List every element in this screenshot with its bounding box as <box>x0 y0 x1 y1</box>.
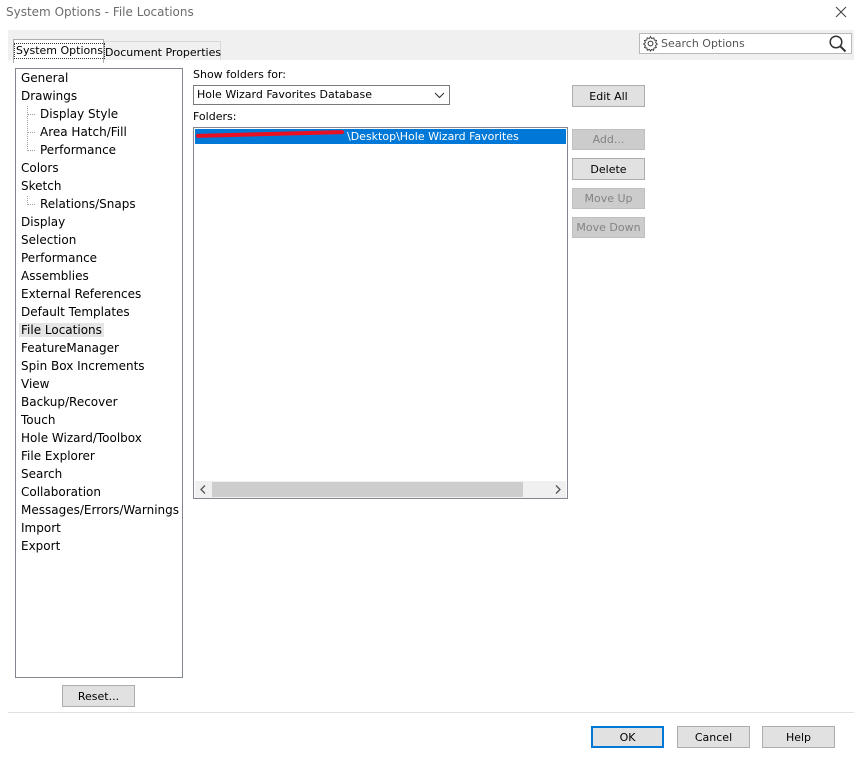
scrollbar-thumb[interactable] <box>212 482 523 497</box>
footer-separator <box>8 712 854 713</box>
tree-item-label: Backup/Recover <box>21 395 118 409</box>
window-title: System Options - File Locations <box>6 5 194 19</box>
tab-label: System Options <box>14 43 105 59</box>
tab-document-properties[interactable]: Document Properties <box>104 41 221 62</box>
tree-item-label: Performance <box>21 251 98 265</box>
tree-item-label: Display <box>21 215 66 229</box>
tree-item-default-templates[interactable]: Default Templates <box>21 303 130 321</box>
redaction-mark <box>195 130 345 138</box>
horizontal-scrollbar[interactable] <box>195 481 566 498</box>
tree-item-label: Export <box>21 539 61 553</box>
gear-icon <box>642 35 659 52</box>
tree-item-spin-box-increments[interactable]: Spin Box Increments <box>21 357 145 375</box>
tree-item-label: Search <box>21 467 63 481</box>
tree-item-area-hatch-fill[interactable]: Area Hatch/Fill <box>40 123 127 141</box>
tree-item-external-references[interactable]: External References <box>21 285 141 303</box>
list-item[interactable]: \Desktop\Hole Wizard Favorites <box>195 129 566 144</box>
options-tree[interactable]: General Drawings Display Style Area Hatc… <box>15 68 183 678</box>
tree-item-colors[interactable]: Colors <box>21 159 59 177</box>
tree-item-messages-errors-warnings[interactable]: Messages/Errors/Warnings <box>21 501 179 519</box>
tree-item-touch[interactable]: Touch <box>21 411 55 429</box>
tree-item-file-locations[interactable]: File Locations <box>19 321 104 339</box>
delete-button[interactable]: Delete <box>572 158 645 180</box>
tree-item-drawings-performance[interactable]: Performance <box>40 141 116 159</box>
tree-item-import[interactable]: Import <box>21 519 61 537</box>
tree-item-view[interactable]: View <box>21 375 49 393</box>
list-item-text: \Desktop\Hole Wizard Favorites <box>347 130 519 143</box>
tree-item-label: Spin Box Increments <box>21 359 145 373</box>
tree-item-label: Display Style <box>40 107 119 121</box>
tree-item-export[interactable]: Export <box>21 537 60 555</box>
tree-item-label: Messages/Errors/Warnings <box>21 503 180 517</box>
search-placeholder: Search Options <box>661 37 745 50</box>
tree-item-label: File Locations <box>19 323 104 337</box>
tree-item-drawings[interactable]: Drawings <box>21 87 77 105</box>
tree-item-display-style[interactable]: Display Style <box>40 105 118 123</box>
tree-item-label: Assemblies <box>21 269 89 283</box>
tree-item-file-explorer[interactable]: File Explorer <box>21 447 95 465</box>
tree-connector <box>27 106 28 151</box>
search-icon[interactable] <box>828 34 848 54</box>
tree-connector <box>28 204 35 205</box>
show-folders-label: Show folders for: <box>193 68 286 81</box>
tree-item-hole-wizard-toolbox[interactable]: Hole Wizard/Toolbox <box>21 429 142 447</box>
tree-item-label: Drawings <box>21 89 78 103</box>
tree-item-label: FeatureManager <box>21 341 119 355</box>
help-button[interactable]: Help <box>762 726 835 748</box>
show-folders-dropdown[interactable]: Hole Wizard Favorites Database <box>193 85 450 105</box>
tree-item-relations-snaps[interactable]: Relations/Snaps <box>40 195 136 213</box>
tree-item-label: Default Templates <box>21 305 130 319</box>
chevron-left-icon[interactable] <box>195 481 212 498</box>
tree-item-label: Performance <box>40 143 117 157</box>
move-down-button[interactable]: Move Down <box>572 217 645 238</box>
tree-item-performance[interactable]: Performance <box>21 249 97 267</box>
chevron-right-icon[interactable] <box>549 481 566 498</box>
tree-item-label: View <box>21 377 50 391</box>
tree-item-display[interactable]: Display <box>21 213 65 231</box>
tree-item-featuremanager[interactable]: FeatureManager <box>21 339 119 357</box>
tree-item-label: File Explorer <box>21 449 95 463</box>
tree-item-label: General <box>21 71 69 85</box>
tree-connector <box>28 114 35 115</box>
tree-item-label: External References <box>21 287 142 301</box>
cancel-button[interactable]: Cancel <box>677 726 750 748</box>
show-folders-selected: Hole Wizard Favorites Database <box>197 88 373 101</box>
tree-connector <box>28 150 35 151</box>
tree-item-label: Sketch <box>21 179 62 193</box>
add-button[interactable]: Add... <box>572 129 645 150</box>
edit-all-button[interactable]: Edit All <box>572 85 645 107</box>
title-bar: System Options - File Locations <box>0 0 860 26</box>
move-up-button[interactable]: Move Up <box>572 188 645 209</box>
tree-item-label: Hole Wizard/Toolbox <box>21 431 142 445</box>
search-input[interactable]: Search Options <box>639 33 852 54</box>
tree-item-label: Touch <box>21 413 56 427</box>
tree-item-label: Collaboration <box>21 485 101 499</box>
tree-item-label: Area Hatch/Fill <box>40 125 127 139</box>
tree-item-selection[interactable]: Selection <box>21 231 76 249</box>
tree-item-assemblies[interactable]: Assemblies <box>21 267 89 285</box>
chevron-down-icon <box>434 92 445 99</box>
tab-system-options[interactable]: System Options <box>13 39 105 63</box>
tree-item-collaboration[interactable]: Collaboration <box>21 483 101 501</box>
folders-list[interactable]: \Desktop\Hole Wizard Favorites <box>193 127 568 499</box>
tree-item-label: Colors <box>21 161 59 175</box>
tree-connector <box>28 132 35 133</box>
tree-item-backup-recover[interactable]: Backup/Recover <box>21 393 118 411</box>
tree-item-label: Relations/Snaps <box>40 197 136 211</box>
reset-button[interactable]: Reset... <box>62 685 135 707</box>
tree-item-search[interactable]: Search <box>21 465 62 483</box>
tree-item-general[interactable]: General <box>21 69 68 87</box>
ok-button[interactable]: OK <box>591 726 664 748</box>
tree-item-sketch[interactable]: Sketch <box>21 177 61 195</box>
folders-label: Folders: <box>193 110 237 123</box>
close-icon[interactable] <box>832 3 850 21</box>
tree-item-label: Import <box>21 521 61 535</box>
tree-item-label: Selection <box>21 233 77 247</box>
